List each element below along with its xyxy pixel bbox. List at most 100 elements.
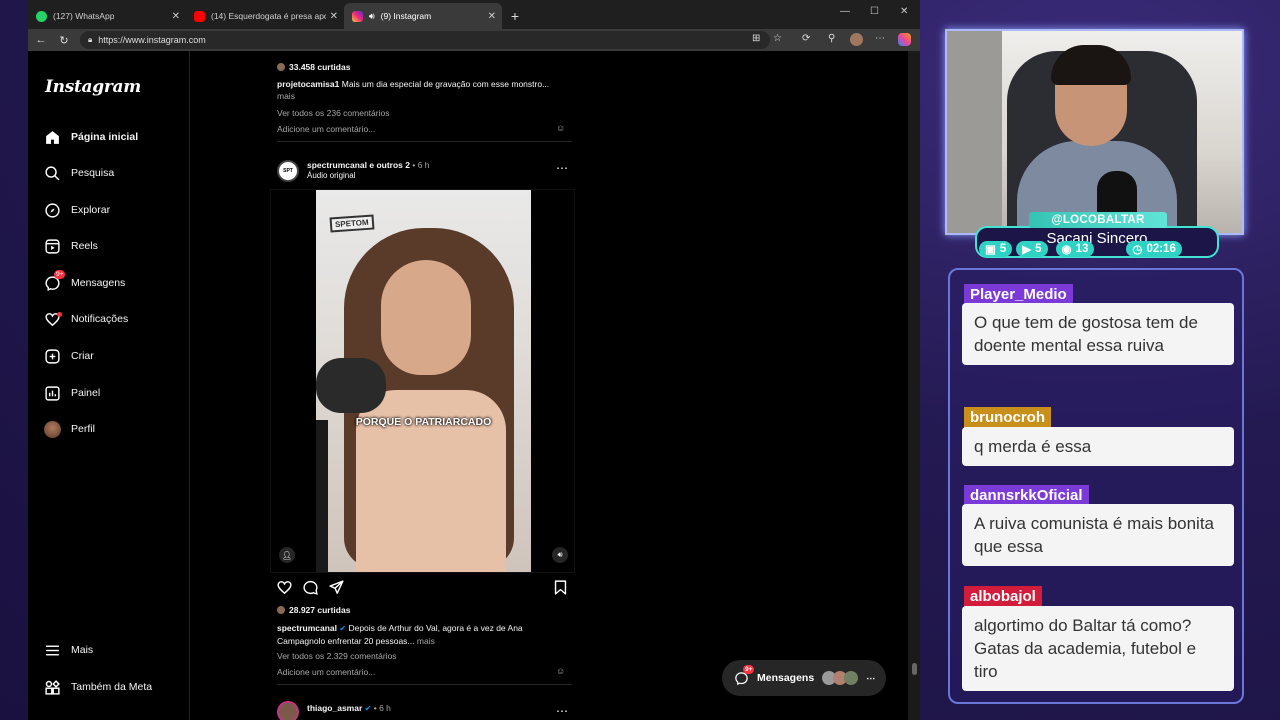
nav-reels[interactable]: Reels [44,235,98,257]
messages-pill-badge: 9+ [743,664,755,674]
whatsapp-icon [36,10,47,22]
post-author-avatar[interactable]: SPT [277,160,299,182]
nav-profile[interactable]: Perfil [44,418,95,440]
prev-post-more[interactable]: mais [277,91,295,101]
post-likes[interactable]: 28.927 curtidas [277,605,350,615]
extensions-icon[interactable]: ⟳ [802,33,810,44]
comment-icon[interactable] [302,579,319,596]
video-person-face [381,260,471,375]
nav-home[interactable]: Página inicial [44,126,138,148]
prev-post-author[interactable]: projetocamisa1 [277,79,339,89]
instagram-sidebar: Instagram Página inicial Pesquisa Explor… [28,51,190,720]
messages-pill[interactable]: 9+ Mensagens ⋯ [722,660,886,696]
view-comments[interactable]: Ver todos os 2.329 comentários [277,651,397,661]
new-tab-button[interactable]: + [502,3,528,29]
nav-explore[interactable]: Explorar [44,199,110,221]
copilot-icon[interactable] [898,33,911,46]
url-field[interactable]: 🔒︎ https://www.instagram.com [80,31,770,49]
caption-author[interactable]: spectrumcanal [277,623,337,633]
chat-username: Player_Medio [964,284,1073,305]
verified-badge-icon: ✔ [364,704,372,713]
page-scrollbar[interactable] [908,51,920,720]
post-coauthors[interactable]: e outros 2 [369,160,410,170]
caption-more[interactable]: mais [417,636,435,646]
nav-create[interactable]: Criar [44,345,94,367]
youtube-icon: ▶ [1022,244,1032,256]
nav-more[interactable]: Mais [44,639,93,661]
hamburger-icon [46,645,59,655]
like-icon[interactable] [276,579,293,596]
notification-dot [57,311,62,317]
nav-notifications[interactable]: Notificações [44,308,128,330]
reload-button[interactable]: ↻ [53,29,75,51]
compass-icon [45,202,60,218]
speaker-icon[interactable]: 🔊︎ [369,11,375,22]
prev-post-view-comments[interactable]: Ver todos os 236 comentários [277,108,389,118]
nav-label: Página inicial [71,131,139,143]
next-post-avatar[interactable] [277,701,299,720]
scrollbar-thumb[interactable] [912,663,917,675]
mute-button[interactable]: 🔊︎ [552,547,568,563]
tab-whatsapp[interactable]: (127) WhatsApp ✕ [28,3,186,29]
nav-label: Criar [71,350,94,362]
site-info-icon[interactable]: 🔒︎ [88,35,92,45]
uptime-stat: ◷ 02:16 [1126,241,1182,257]
prev-post-caption-text: Mais um dia especial de gravação com ess… [341,79,550,89]
nav-messages[interactable]: 9+ Mensagens [44,269,125,294]
nav-dashboard[interactable]: Painel [44,382,100,404]
twitch-stat: ▣ 5 [979,241,1013,257]
extension-icon[interactable]: ⚲ [828,33,835,44]
tab-bar: (127) WhatsApp ✕ (14) Esquerdogata é pre… [28,0,920,29]
instagram-feed: 33.458 curtidas projetocamisa1 Mais um d… [190,51,908,720]
tab-title: (127) WhatsApp [53,11,115,21]
video-logo: SPETOM [329,214,375,233]
emoji-icon[interactable]: ☺ [556,666,565,676]
prev-post-caption: projetocamisa1 Mais um dia especial de g… [277,79,577,89]
post-audio[interactable]: Áudio original [307,171,355,180]
nav-label: Mais [71,644,94,656]
tab-title: (14) Esquerdogata é presa após c [211,11,326,21]
streamer-namecard: Sacani Sincero @LOCOBALTAR ▣ 5 ▶ 5 ◉ 13 ◷ 02… [975,212,1219,272]
prev-post-comment-input[interactable]: Adicione um comentário... [277,124,375,134]
home-icon [46,130,59,144]
nav-label: Explorar [71,204,111,216]
post-author[interactable]: spectrumcanal [307,160,367,170]
kick-icon: ◉ [1061,244,1072,256]
post-options-icon[interactable]: ⋯ [556,704,568,718]
comment-input[interactable]: Adicione um comentário... [277,667,375,677]
back-button[interactable]: ← [30,29,52,51]
favorite-star-icon[interactable]: ☆ [773,33,782,44]
tagged-users-button[interactable]: 👤︎ [279,547,295,563]
prev-post-likes[interactable]: 33.458 curtidas [277,62,350,72]
share-icon[interactable] [328,579,345,596]
menu-icon[interactable]: ⋯ [875,33,885,44]
nav-search[interactable]: Pesquisa [44,162,114,184]
emoji-icon[interactable]: ☺ [556,123,565,133]
app-available-icon[interactable]: ⊞ [752,33,760,44]
video-mic-arm [316,420,328,572]
save-icon[interactable] [552,579,569,596]
close-tab-icon[interactable]: ✕ [172,11,180,22]
maximize-button[interactable]: ☐ [870,6,879,17]
chat-username: albobajol [964,586,1042,607]
youtube-icon [194,10,205,22]
close-tab-icon[interactable]: ✕ [330,11,338,22]
tab-youtube[interactable]: (14) Esquerdogata é presa após c ✕ [186,3,344,29]
twitch-icon: ▣ [985,244,996,256]
avatar-icon [44,420,61,438]
minimize-button[interactable]: — [840,6,850,17]
meta-grid-icon [45,679,60,695]
profile-avatar[interactable] [850,33,863,46]
post-options-icon[interactable]: ⋯ [556,161,568,175]
reel-video[interactable]: SPETOM PORQUE O PATRIARCADO 👤︎ 🔊︎ [270,189,575,573]
youtube-stat: ▶ 5 [1016,241,1048,257]
close-tab-icon[interactable]: ✕ [488,11,496,22]
nav-also-from-meta[interactable]: Também da Meta [44,676,152,698]
instagram-logo[interactable]: Instagram [45,77,141,97]
chat-message: O que tem de gostosa tem de doente menta… [962,303,1234,365]
next-post-author[interactable]: thiago_asmar [307,703,362,713]
tab-instagram[interactable]: 🔊︎ (9) Instagram ✕ [344,3,502,29]
nav-label: Também da Meta [71,681,153,693]
chart-icon [45,385,60,401]
close-window-button[interactable]: ✕ [900,6,908,17]
